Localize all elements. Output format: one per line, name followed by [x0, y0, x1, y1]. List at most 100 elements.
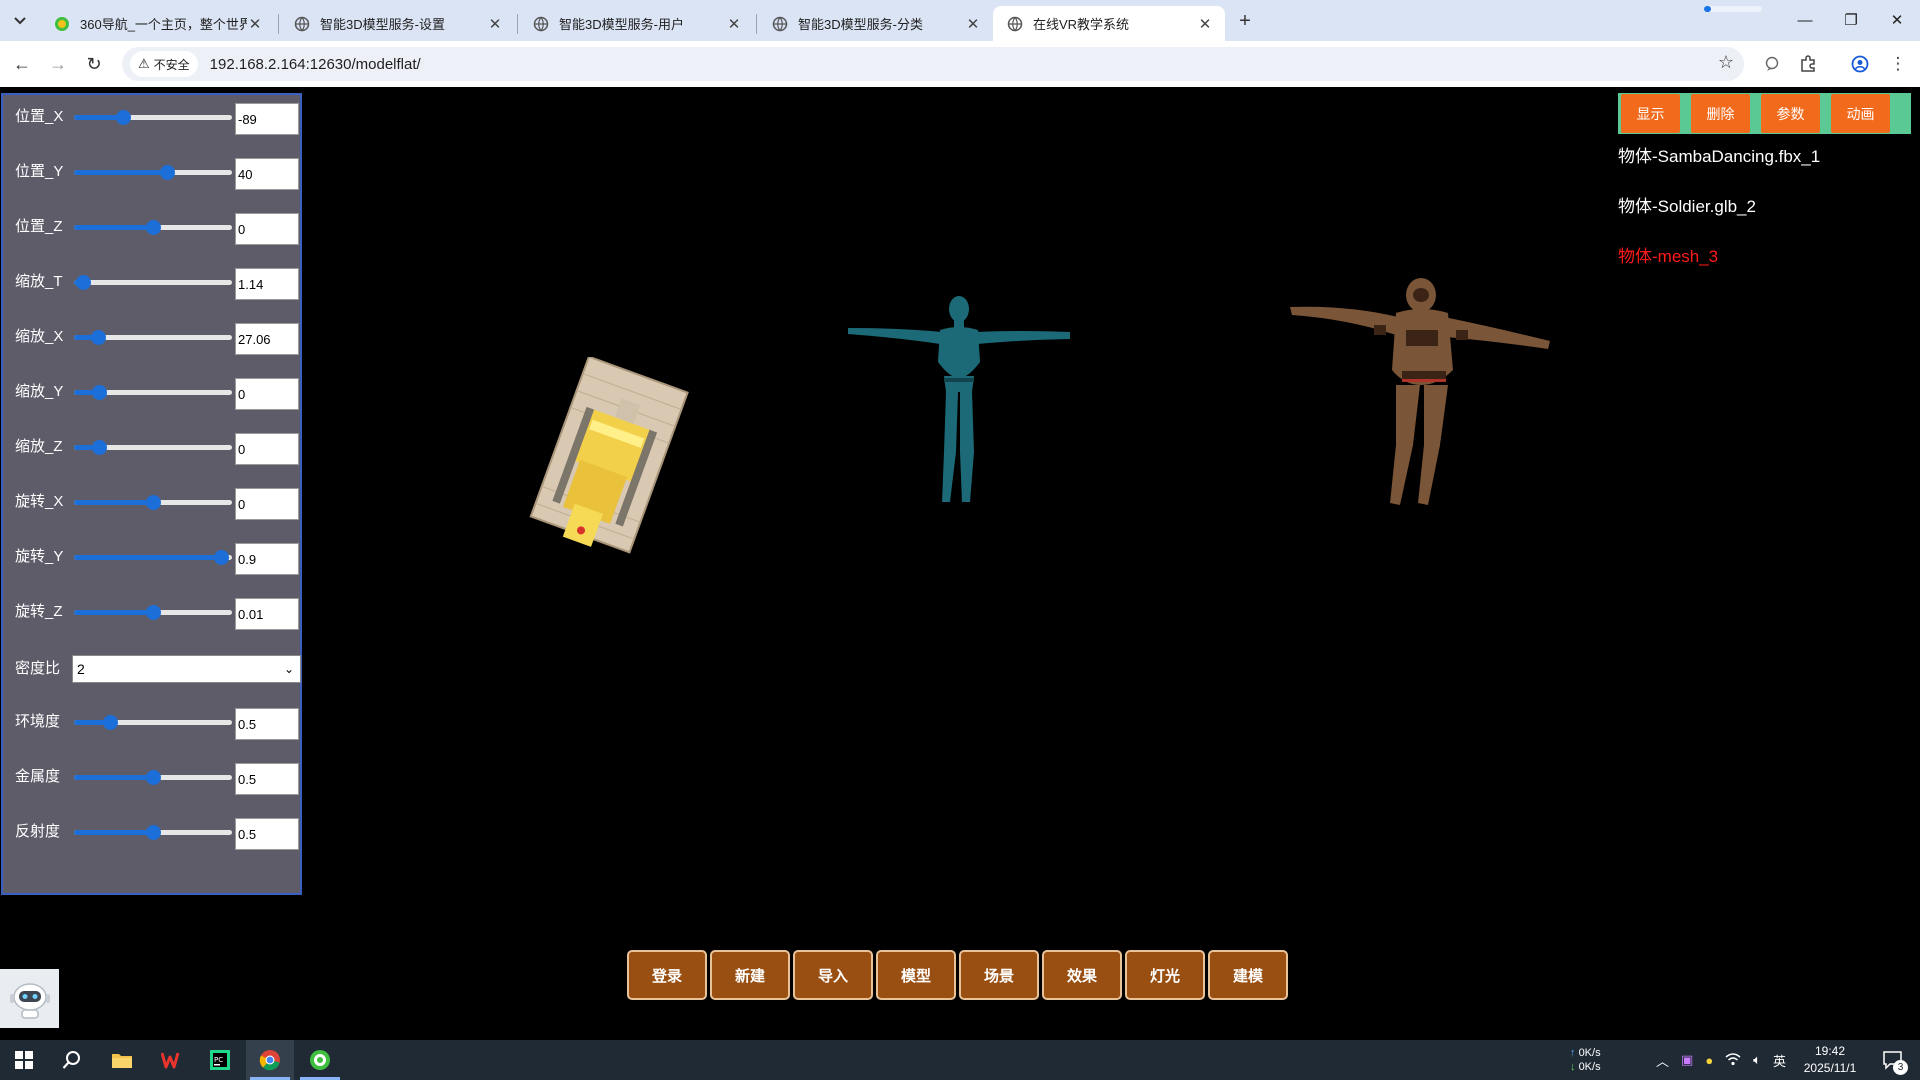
ime-indicator[interactable]: 英 — [1773, 1051, 1786, 1070]
new-tab-button[interactable]: + — [1232, 8, 1258, 34]
property-value-input[interactable]: 0 — [235, 378, 299, 410]
slider-thumb[interactable] — [90, 330, 106, 345]
slider-thumb[interactable] — [115, 110, 131, 125]
tab-users[interactable]: 智能3D模型服务-用户 ✕ — [519, 6, 754, 41]
slider-thumb[interactable] — [92, 385, 108, 400]
ai-assistant-icon[interactable]: ▣ — [1681, 1052, 1693, 1068]
property-slider[interactable] — [74, 605, 232, 620]
property-value-input[interactable]: 0.5 — [235, 818, 299, 850]
show-button[interactable]: 显示 — [1621, 94, 1680, 133]
restore-button[interactable]: ❐ — [1828, 4, 1874, 36]
property-slider[interactable] — [74, 770, 232, 785]
wps-button[interactable] — [148, 1040, 196, 1080]
extensions-icon[interactable] — [1795, 51, 1821, 77]
slider-thumb[interactable] — [160, 165, 176, 180]
wifi-icon[interactable] — [1725, 1052, 1741, 1069]
star-icon[interactable]: ☆ — [1718, 52, 1734, 73]
object-list-item-3[interactable]: 物体-mesh_3 — [1618, 242, 1718, 267]
property-slider[interactable] — [74, 495, 232, 510]
slider-thumb[interactable] — [146, 605, 161, 620]
slider-thumb[interactable] — [103, 715, 119, 730]
chrome-button[interactable] — [246, 1040, 294, 1080]
tab-360nav[interactable]: 360导航_一个主页，整个世界 ✕ — [40, 6, 275, 41]
tab-vr-teaching[interactable]: 在线VR教学系统 ✕ — [993, 6, 1225, 41]
address-bar[interactable]: ⚠ 不安全 192.168.2.164:12630/modelflat/ ☆ — [122, 47, 1744, 81]
tab-list-button[interactable] — [8, 10, 32, 32]
property-slider[interactable] — [74, 825, 232, 840]
model-mesh-3[interactable] — [520, 357, 695, 562]
assistant-robot[interactable] — [0, 969, 59, 1028]
search-button[interactable] — [48, 1040, 96, 1080]
object-list-item-1[interactable]: 物体-SambaDancing.fbx_1 — [1618, 142, 1820, 167]
animation-button[interactable]: 动画 — [1831, 94, 1890, 133]
property-slider[interactable] — [74, 165, 232, 180]
close-icon[interactable]: ✕ — [726, 16, 742, 33]
close-icon[interactable]: ✕ — [1197, 16, 1213, 33]
forward-button[interactable]: → — [45, 51, 71, 77]
tab-categories[interactable]: 智能3D模型服务-分类 ✕ — [758, 6, 993, 41]
property-value-input[interactable]: 0 — [235, 433, 299, 465]
property-value-input[interactable]: 27.06 — [235, 323, 299, 355]
property-value-input[interactable]: 0 — [235, 488, 299, 520]
property-slider[interactable] — [74, 220, 232, 235]
property-slider[interactable] — [74, 330, 232, 345]
slider-thumb[interactable] — [146, 770, 161, 785]
chat-icon[interactable] — [1759, 51, 1785, 77]
property-value-input[interactable]: 0.01 — [235, 598, 299, 630]
slider-thumb[interactable] — [213, 550, 229, 565]
profile-icon[interactable] — [1847, 51, 1873, 77]
reload-button[interactable]: ↻ — [81, 51, 107, 77]
effects-button[interactable]: 效果 — [1042, 950, 1122, 1000]
scene-button[interactable]: 场景 — [959, 950, 1039, 1000]
delete-button[interactable]: 删除 — [1691, 94, 1750, 133]
tab-settings[interactable]: 智能3D模型服务-设置 ✕ — [280, 6, 515, 41]
back-button[interactable]: ← — [9, 51, 35, 77]
property-value-input[interactable]: -89 — [235, 103, 299, 135]
notification-button[interactable]: 3 — [1874, 1040, 1914, 1080]
lighting-button[interactable]: 灯光 — [1125, 950, 1205, 1000]
model-button[interactable]: 模型 — [876, 950, 956, 1000]
property-slider[interactable] — [74, 110, 232, 125]
close-icon[interactable]: ✕ — [487, 16, 503, 33]
slider-thumb[interactable] — [92, 440, 108, 455]
property-slider[interactable] — [74, 550, 232, 565]
slider-thumb[interactable] — [146, 220, 161, 235]
property-slider[interactable] — [74, 715, 232, 730]
new-button[interactable]: 新建 — [710, 950, 790, 1000]
slider-thumb[interactable] — [146, 825, 161, 840]
menu-kebab-icon[interactable]: ⋮ — [1885, 51, 1911, 77]
model-soldier[interactable] — [1288, 275, 1553, 510]
property-value-input[interactable]: 0 — [235, 213, 299, 245]
property-value-input[interactable]: 1.14 — [235, 268, 299, 300]
object-list-item-2[interactable]: 物体-Soldier.glb_2 — [1618, 192, 1756, 217]
360-browser-button[interactable] — [296, 1040, 344, 1080]
close-window-button[interactable]: ✕ — [1874, 4, 1920, 36]
login-button[interactable]: 登录 — [627, 950, 707, 1000]
chevron-up-icon[interactable]: ︿ — [1656, 1051, 1669, 1070]
property-value-input[interactable]: 0.5 — [235, 763, 299, 795]
property-slider[interactable] — [74, 385, 232, 400]
density-select[interactable]: 2 ⌄ — [72, 655, 301, 683]
3d-viewport[interactable]: 位置_X -89 位置_Y 40 位置_Z 0 缩放_T 1.14 缩放_X 27.06 缩放_Y 0… — [0, 87, 1920, 1040]
property-value-input[interactable]: 40 — [235, 158, 299, 190]
pycharm-button[interactable]: PC — [196, 1040, 244, 1080]
modeling-button[interactable]: 建模 — [1208, 950, 1288, 1000]
start-button[interactable] — [0, 1040, 48, 1080]
params-button[interactable]: 参数 — [1761, 94, 1820, 133]
property-value-input[interactable]: 0.9 — [235, 543, 299, 575]
close-icon[interactable]: ✕ — [247, 16, 263, 33]
url-text[interactable]: 192.168.2.164:12630/modelflat/ — [210, 56, 421, 73]
clock[interactable]: 19:42 2025/11/1 — [1800, 1040, 1860, 1080]
import-button[interactable]: 导入 — [793, 950, 873, 1000]
property-value-input[interactable]: 0.5 — [235, 708, 299, 740]
slider-thumb[interactable] — [146, 495, 161, 510]
file-explorer-button[interactable] — [98, 1040, 146, 1080]
property-slider[interactable] — [74, 440, 232, 455]
property-slider[interactable] — [74, 275, 232, 290]
360-tray-icon[interactable]: ● — [1705, 1053, 1713, 1068]
close-icon[interactable]: ✕ — [965, 16, 981, 33]
slider-thumb[interactable] — [76, 275, 92, 290]
volume-icon[interactable]: 🔈︎ — [1753, 1052, 1761, 1068]
minimize-button[interactable]: — — [1782, 4, 1828, 36]
security-chip[interactable]: ⚠ 不安全 — [130, 51, 198, 77]
